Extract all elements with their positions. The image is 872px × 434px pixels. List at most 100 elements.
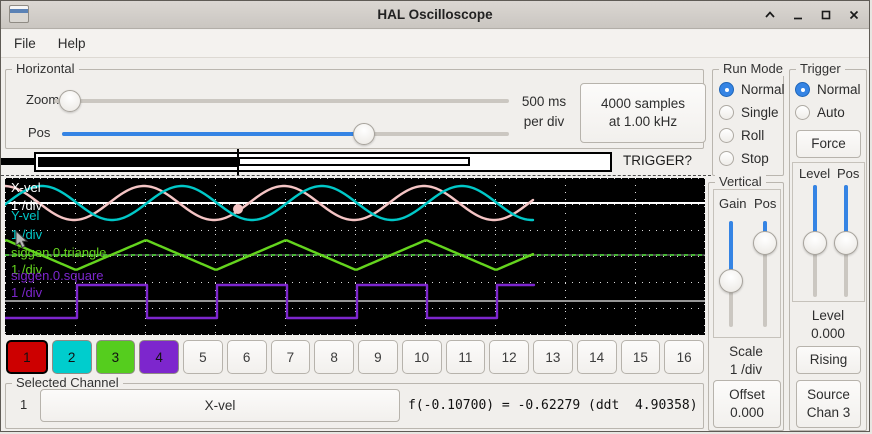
gain-label: Gain [719,196,746,211]
menu-item-file[interactable]: File [11,33,39,54]
close-button[interactable] [847,8,861,22]
menu-bar: File Help [1,30,869,58]
channel-button-13[interactable]: 13 [533,340,573,374]
maximize-icon [820,9,832,21]
offset-button[interactable]: Offset 0.000 [713,380,781,428]
selected-channel-legend: Selected Channel [12,375,123,390]
channel-button-5[interactable]: 5 [183,340,223,374]
trigger-level-slider[interactable] [802,185,828,297]
trigger-level-readout-label: Level [790,308,866,323]
record-window-bar [238,157,470,166]
samples-button[interactable]: 4000 samples at 1.00 kHz [580,83,706,143]
scope-channel-label: 1 /div [11,286,42,299]
channel-button-6[interactable]: 6 [227,340,267,374]
trigger-pos-label: Pos [837,166,859,181]
channel-button-1[interactable]: 1 [6,340,48,374]
channel-button-7[interactable]: 7 [271,340,311,374]
radio-icon [719,151,734,166]
scale-value: 1 /div [709,362,783,377]
channel-button-16[interactable]: 16 [664,340,704,374]
horizontal-pos-slider[interactable] [62,123,509,145]
chevron-up-icon [764,9,776,21]
zoom-slider-track[interactable] [54,99,509,103]
scope-display[interactable]: X-vel1 /divY-vel1 /divsiggen.0.triangle1… [5,178,705,335]
vertical-pos-slider[interactable] [752,221,778,327]
trigger-level-value: 0.000 [790,326,866,341]
radio-icon [719,105,734,120]
channel-button-4[interactable]: 4 [139,340,179,374]
close-icon [848,9,860,21]
vertical-slider-panel: Gain Pos [713,189,781,338]
scope-channel-label: Y-vel [11,209,39,222]
pos-slider-handle[interactable] [353,123,375,145]
scope-top-divider [1,175,711,176]
zoom-slider-handle[interactable] [59,90,81,112]
radio-icon [719,128,734,143]
minimize-icon [792,9,804,21]
timebase-value: 500 ms [510,92,578,112]
trigger-source-button[interactable]: Source Chan 3 [796,380,861,428]
trigger-mode-option-normal[interactable]: Normal [795,82,861,97]
pos-slider-fill [62,132,364,136]
vertical-pos-handle[interactable] [753,231,777,255]
record-bar-fill [38,157,238,167]
run-mode-legend: Run Mode [719,61,787,76]
trigger-question-label: TRIGGER? [623,153,692,168]
trigger-legend: Trigger [796,61,845,76]
timebase-unit: per div [510,112,578,132]
window-title: HAL Oscilloscope [1,7,869,22]
mouse-cursor-icon [15,230,30,251]
force-button[interactable]: Force [796,130,861,158]
channel-button-15[interactable]: 15 [621,340,661,374]
run-mode-option-single[interactable]: Single [719,105,785,120]
run-mode-group: Run Mode NormalSingleRollStop [712,69,784,176]
vertical-group: Vertical Gain Pos Scale 1 /div Offset 0.… [708,182,784,431]
channel-button-8[interactable]: 8 [314,340,354,374]
maximize-button[interactable] [819,8,833,22]
gain-slider[interactable] [718,221,744,327]
pos-label: Pos [28,125,50,140]
horizontal-group: Horizontal Zoom Pos 500 ms per div 4000 … [5,69,704,149]
scale-label: Scale [709,344,783,359]
trigger-position-line [237,149,239,175]
selected-channel-group: Selected Channel 1 X-vel f(-0.10700) = -… [5,383,704,429]
channel-button-12[interactable]: 12 [489,340,529,374]
minimize-button[interactable] [791,8,805,22]
timebase-readout: 500 ms per div [510,92,578,132]
channel-button-10[interactable]: 10 [402,340,442,374]
horizontal-legend: Horizontal [12,61,79,76]
scope-channel-label: siggen.0.square [11,269,104,282]
gain-slider-handle[interactable] [719,269,743,293]
trigger-pos-slider[interactable] [833,185,859,297]
radio-icon [719,82,734,97]
channel-button-3[interactable]: 3 [96,340,136,374]
trigger-point-marker [233,204,243,214]
shade-button[interactable] [763,8,777,22]
radio-icon [795,105,810,120]
channel-button-11[interactable]: 11 [446,340,486,374]
trigger-level-handle[interactable] [803,231,827,255]
channel-button-14[interactable]: 14 [577,340,617,374]
channel-name-button[interactable]: X-vel [40,389,400,422]
menu-item-help[interactable]: Help [55,33,89,54]
trigger-mode-option-auto[interactable]: Auto [795,105,861,120]
run-mode-options: Normal Single Roll Stop [719,82,785,166]
run-mode-option-stop[interactable]: Stop [719,151,785,166]
waveform-layer [5,178,705,335]
trigger-level-label: Level [799,166,830,181]
channel-value-readout: f(-0.10700) = -0.62279 (ddt 4.90358) [408,398,698,413]
vertical-legend: Vertical [715,174,766,189]
trigger-edge-button[interactable]: Rising [796,346,861,374]
horizontal-zoom-slider[interactable] [54,90,509,112]
trigger-mode-options: Normal Auto [795,82,861,120]
channel-button-9[interactable]: 9 [358,340,398,374]
radio-icon [795,82,810,97]
trigger-pos-handle[interactable] [834,231,858,255]
trigger-slider-panel: Level Pos [792,162,865,302]
channel-button-2[interactable]: 2 [52,340,92,374]
app-window: HAL Oscilloscope File Help Horizontal Zoo… [0,0,870,432]
run-mode-option-normal[interactable]: Normal [719,82,785,97]
run-mode-option-roll[interactable]: Roll [719,128,785,143]
window-controls [763,5,861,25]
title-bar: HAL Oscilloscope [1,1,869,29]
